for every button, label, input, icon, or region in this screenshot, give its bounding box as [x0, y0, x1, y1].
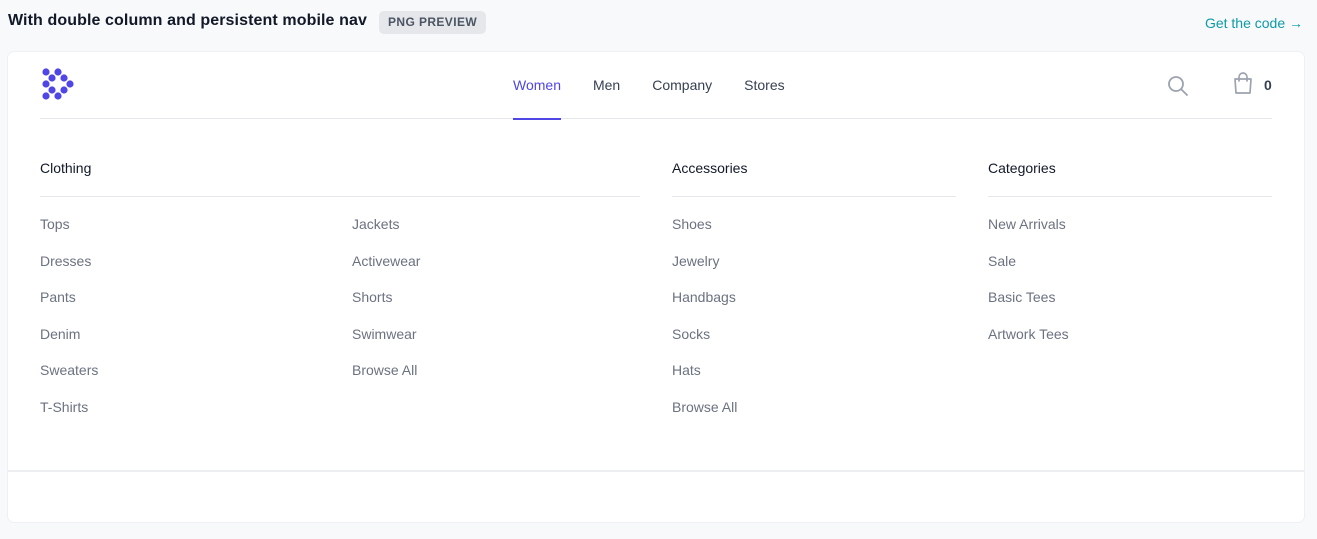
flyout-panel-bottom-edge [8, 470, 1304, 472]
menu-link-sale[interactable]: Sale [988, 253, 1069, 290]
menu-link-t-shirts[interactable]: T-Shirts [40, 399, 98, 436]
menu-link-dresses[interactable]: Dresses [40, 253, 98, 290]
menu-link-pants[interactable]: Pants [40, 289, 98, 326]
cart-button[interactable]: 0 [1232, 71, 1272, 100]
cart-count: 0 [1264, 77, 1272, 93]
main-nav: Women Men Company Stores [513, 52, 817, 120]
menu-link-jackets[interactable]: Jackets [352, 216, 420, 253]
search-icon[interactable] [1166, 74, 1190, 98]
menu-link-shoes[interactable]: Shoes [672, 216, 737, 253]
nav-item-men[interactable]: Men [593, 52, 620, 119]
menu-link-artwork-tees[interactable]: Artwork Tees [988, 326, 1069, 363]
menu-link-sweaters[interactable]: Sweaters [40, 362, 98, 399]
menu-link-basic-tees[interactable]: Basic Tees [988, 289, 1069, 326]
categories-section: Categories New Arrivals Sale Basic Tees … [988, 160, 1272, 341]
store-navigation: Women Men Company Stores 0 [40, 52, 1272, 120]
menu-link-handbags[interactable]: Handbags [672, 289, 737, 326]
clothing-section: Clothing Tops Dresses Pants Denim Sweate… [40, 160, 640, 414]
menu-link-jewelry[interactable]: Jewelry [672, 253, 737, 290]
nav-item-women[interactable]: Women [513, 52, 561, 120]
menu-link-denim[interactable]: Denim [40, 326, 98, 363]
categories-column: New Arrivals Sale Basic Tees Artwork Tee… [988, 216, 1069, 362]
menu-link-shorts[interactable]: Shorts [352, 289, 420, 326]
menu-link-swimwear[interactable]: Swimwear [352, 326, 420, 363]
menu-link-activewear[interactable]: Activewear [352, 253, 420, 290]
preview-card: Women Men Company Stores 0 Clothing Tops… [7, 51, 1305, 523]
accessories-column: Shoes Jewelry Handbags Socks Hats Browse… [672, 216, 737, 435]
menu-link-socks[interactable]: Socks [672, 326, 737, 363]
menu-link-hats[interactable]: Hats [672, 362, 737, 399]
nav-item-stores[interactable]: Stores [744, 52, 784, 119]
accessories-section: Accessories Shoes Jewelry Handbags Socks… [672, 160, 956, 414]
preview-title: With double column and persistent mobile… [8, 12, 367, 29]
menu-link-tops[interactable]: Tops [40, 216, 98, 253]
png-preview-badge: PNG PREVIEW [379, 11, 487, 34]
clothing-column-2: Jackets Activewear Shorts Swimwear Brows… [352, 216, 420, 399]
preview-header: With double column and persistent mobile… [0, 0, 1317, 46]
menu-link-accessories-browse-all[interactable]: Browse All [672, 399, 737, 436]
nav-item-company[interactable]: Company [652, 52, 712, 119]
section-title-accessories: Accessories [672, 160, 956, 197]
menu-link-new-arrivals[interactable]: New Arrivals [988, 216, 1069, 253]
section-title-clothing: Clothing [40, 160, 640, 197]
clothing-column-1: Tops Dresses Pants Denim Sweaters T-Shir… [40, 216, 98, 435]
menu-link-clothing-browse-all[interactable]: Browse All [352, 362, 420, 399]
section-title-categories: Categories [988, 160, 1272, 197]
workflow-logo-icon[interactable] [40, 67, 76, 101]
get-the-code-link[interactable]: Get the code → [1205, 15, 1303, 31]
shopping-bag-icon [1232, 71, 1254, 100]
